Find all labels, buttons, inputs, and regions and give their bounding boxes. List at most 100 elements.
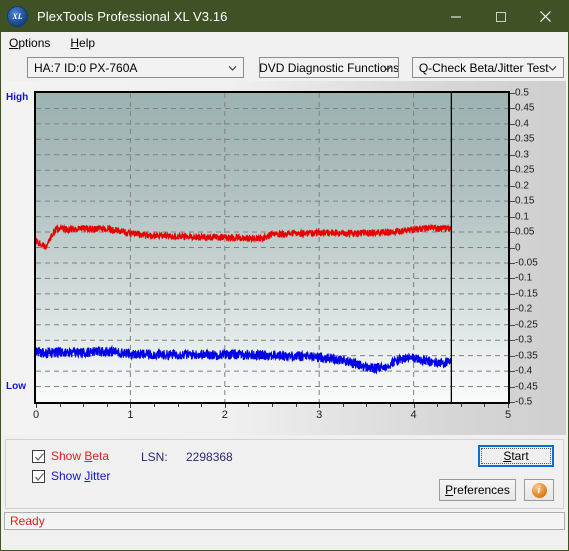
y-axis-tick-mark	[510, 371, 515, 373]
y-axis-tick-mark	[510, 232, 515, 234]
y-axis-tick-mark	[510, 108, 515, 110]
x-axis-tick-label: 2	[221, 409, 228, 421]
y-axis-tick-mark	[510, 263, 515, 264]
x-axis-tick-mark	[413, 404, 415, 408]
x-axis-minor-tick	[366, 404, 368, 407]
x-axis-minor-tick	[484, 404, 486, 407]
y-axis-tick-mark	[510, 170, 515, 172]
y-axis-tick-mark	[510, 402, 515, 403]
y-axis-tick-label: -0.3	[515, 334, 533, 346]
x-axis-tick-mark	[319, 404, 321, 408]
menu-item-help[interactable]: Help	[68, 34, 103, 52]
y-axis-tick-mark	[510, 139, 515, 141]
show-beta-checkbox[interactable]	[32, 449, 45, 463]
xl-logo-icon: XL	[8, 7, 27, 26]
y-axis-tick-label: 0.35	[515, 133, 535, 145]
x-axis-minor-tick	[342, 404, 344, 407]
x-axis-tick-label: 4	[410, 409, 417, 421]
x-axis-tick-label: 1	[127, 409, 134, 421]
y-axis-tick-mark	[510, 201, 515, 203]
y-axis-tick-label: 0.05	[515, 226, 535, 238]
show-jitter-checkbox[interactable]	[32, 469, 45, 483]
menu-bar: Options Help	[1, 32, 568, 54]
toolbar: HA:7 ID:0 PX-760A DVD Diagnostic Functio…	[1, 54, 568, 81]
preferences-button-label: Preferences	[445, 483, 510, 497]
x-axis-minor-tick	[295, 404, 297, 407]
y-axis-tick-label: 0.15	[515, 195, 535, 207]
x-axis-tick-mark	[224, 404, 226, 408]
y-axis-tick-label: -0.45	[515, 381, 538, 393]
x-axis-minor-tick	[437, 404, 439, 407]
y-axis-tick-mark	[510, 278, 515, 280]
show-jitter-label: Show Jitter	[51, 469, 111, 483]
x-axis-minor-tick	[272, 404, 273, 407]
info-button[interactable]: i	[524, 479, 554, 501]
close-icon[interactable]	[523, 1, 568, 32]
lsn-label: LSN:	[141, 450, 168, 464]
menu-item-help-label: elp	[79, 35, 96, 50]
show-jitter-row[interactable]: Show Jitter	[32, 469, 110, 483]
function-select[interactable]: DVD Diagnostic Functions	[259, 57, 399, 78]
plot-area[interactable]	[34, 91, 510, 404]
y-axis-tick-mark	[510, 154, 515, 156]
show-beta-row[interactable]: Show Beta	[32, 449, 109, 463]
lsn-value: 2298368	[186, 450, 233, 464]
drive-select[interactable]: HA:7 ID:0 PX-760A	[27, 57, 245, 78]
menu-item-options[interactable]: Options	[7, 34, 58, 52]
start-button[interactable]: Start	[478, 445, 554, 467]
x-axis-minor-tick	[460, 404, 462, 407]
y-axis-tick-label: 0.3	[515, 149, 529, 161]
x-axis-minor-tick	[83, 404, 85, 407]
chart-cursor-line	[450, 93, 453, 402]
chart-panel: High Low 0.5 0.45 0.4 0.35 0.3 0.25 0.2 0.15 0.1…	[3, 81, 566, 435]
y-axis-tick-mark	[510, 355, 515, 357]
y-axis-tick-label: -0.05	[515, 257, 538, 269]
y-axis-tick-label: -0.1	[515, 272, 533, 284]
info-circle-icon: i	[531, 482, 547, 498]
start-button-label: Start	[481, 448, 551, 464]
status-bar: Ready	[4, 512, 565, 530]
window-title: PlexTools Professional XL V3.16	[37, 9, 228, 24]
y-axis-tick-label: -0.2	[515, 303, 533, 315]
y-axis-tick-label: 0.5	[515, 87, 529, 99]
x-axis-minor-tick	[59, 404, 61, 407]
chevron-down-icon	[383, 63, 392, 72]
chevron-down-icon	[548, 63, 557, 72]
window-controls	[433, 1, 568, 32]
y-axis-tick-mark	[510, 216, 515, 218]
y-axis-tick-label: -0.25	[515, 319, 538, 331]
minimize-icon[interactable]	[433, 1, 478, 32]
x-axis-minor-tick	[106, 404, 108, 407]
plextools-window: XL PlexTools Professional XL V3.16 Optio…	[0, 0, 569, 551]
y-axis-tick-label: -0.35	[515, 350, 538, 362]
options-panel: Show Beta Show Jitter LSN: 2298368 Start…	[5, 439, 564, 509]
y-axis-tick-mark	[510, 324, 515, 326]
x-axis-tick-mark	[130, 404, 132, 408]
y-axis-tick-mark	[510, 185, 515, 187]
y-axis-tick-mark	[510, 293, 515, 295]
y-axis-tick-label: -0.4	[515, 365, 533, 377]
axis-label-high: High	[6, 92, 29, 103]
y-axis-tick-mark	[510, 386, 515, 388]
y-axis-tick-label: 0.1	[515, 211, 529, 223]
y-axis-tick-label: -0.15	[515, 288, 538, 300]
y-axis-tick-mark	[510, 340, 515, 342]
function-select-value: DVD Diagnostic Functions	[259, 60, 399, 75]
x-axis-tick-mark	[508, 404, 509, 408]
y-axis-tick-mark	[510, 309, 515, 311]
test-select[interactable]: Q-Check Beta/Jitter Test	[411, 57, 564, 78]
x-axis-tick-label: 5	[504, 409, 512, 421]
x-axis-minor-tick	[154, 404, 155, 407]
x-axis-tick-label: 3	[316, 409, 323, 421]
y-axis-tick-label: 0	[515, 242, 521, 253]
y-axis-tick-label: -0.5	[515, 396, 533, 408]
maximize-icon[interactable]	[478, 1, 523, 32]
show-beta-label: Show Beta	[51, 449, 110, 463]
x-axis-minor-tick	[201, 404, 203, 407]
y-axis-tick-mark	[510, 123, 515, 125]
y-axis-tick-label: 0.2	[515, 180, 529, 192]
preferences-button[interactable]: Preferences	[439, 479, 516, 501]
menu-item-options-label: ptions	[18, 35, 51, 50]
title-bar: XL PlexTools Professional XL V3.16	[1, 1, 568, 32]
test-select-value: Q-Check Beta/Jitter Test	[418, 60, 549, 75]
